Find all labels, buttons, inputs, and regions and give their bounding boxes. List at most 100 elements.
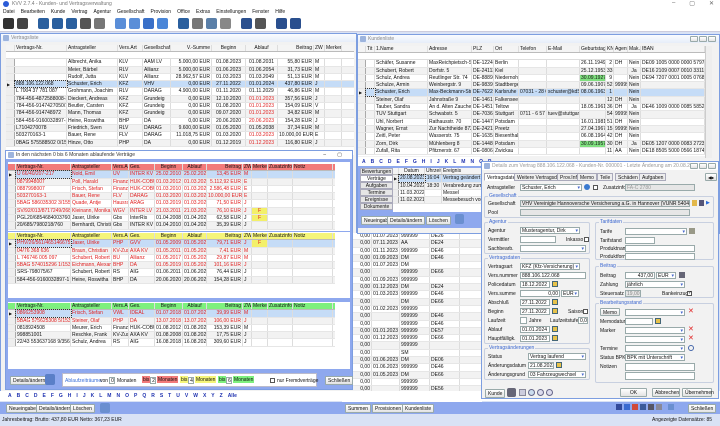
column-header[interactable]: Beitrag	[278, 45, 314, 51]
row-selector[interactable]	[8, 318, 16, 324]
column-header[interactable]: 1.Name	[375, 46, 428, 52]
table-row[interactable]: 0,0001.06.2023999999DE46	[342, 364, 482, 371]
table-row[interactable]: Zeitl, PeterWasserstr. 75DE-16359Biesent…	[358, 133, 705, 140]
grid-icon[interactable]	[17, 18, 28, 29]
column-header[interactable]: Zusatzinfo	[268, 233, 293, 239]
column-header[interactable]: Tit	[366, 46, 375, 52]
table-row[interactable]: 998851001Reschke, FrankKV-Zus.AXA KV01.0…	[8, 332, 335, 339]
column-header[interactable]: Zusatzinfo	[268, 303, 293, 309]
table-row[interactable]: 0,0001.09.2023999999	[342, 277, 482, 284]
letter-filter-i[interactable]: I	[430, 159, 431, 165]
clock-icon[interactable]	[688, 345, 694, 351]
row-selector[interactable]	[6, 81, 15, 87]
table-row[interactable]: Meier, BärbelRLVAllianz5.000,00 EUR01.06…	[6, 67, 354, 74]
table-row[interactable]: 0,0001.07.2023999999DE26	[342, 233, 482, 240]
column-header[interactable]	[6, 45, 15, 51]
letter-filter-d[interactable]: D	[34, 393, 38, 399]
table-row[interactable]: 0879948007Poll, HaraldFinanzHUK-COBU01.0…	[8, 179, 335, 186]
column-header[interactable]: Agent	[614, 46, 628, 52]
expiring-edit-button[interactable]: Details/ändern	[10, 376, 48, 385]
appointments-select[interactable]	[625, 345, 685, 352]
row-selector[interactable]	[6, 96, 15, 102]
table-row[interactable]: SRS-798075/67Schubert, RobertRSAIG01.06.…	[8, 269, 335, 276]
help-icon[interactable]	[241, 18, 252, 29]
edit-icon[interactable]	[632, 404, 638, 410]
letter-filter-h[interactable]: H	[68, 393, 72, 399]
info-icon[interactable]	[255, 18, 266, 29]
table-row[interactable]: 5BAG 575625308 5/153Steiner, OlafPHPDA13…	[8, 318, 335, 325]
letter-filter-e[interactable]: E	[397, 159, 400, 165]
row-selector[interactable]	[8, 277, 16, 283]
table-row[interactable]: Zorn, DirkMühlenberg 8DE-14480Potsdam30.…	[358, 141, 705, 148]
change-reason-select[interactable]: 03 Fahrzeugwechsel	[528, 371, 586, 378]
calendar-icon[interactable]	[552, 335, 558, 341]
column-header[interactable]	[358, 46, 366, 52]
table-row[interactable]: 11.02.2021Messebesuch vorbe	[393, 197, 482, 204]
tab-aufgaben[interactable]: Aufgaben	[360, 182, 393, 189]
table-row[interactable]: 0,0001.09.2023DMDE46	[342, 255, 482, 262]
agency-icon[interactable]	[178, 18, 189, 29]
memo-button[interactable]: Memo	[600, 308, 620, 316]
close-button[interactable]: ✕	[709, 0, 714, 7]
column-header[interactable]: Beginn	[155, 164, 183, 170]
refresh-icon[interactable]	[546, 389, 553, 396]
column-header[interactable]: Beginn	[155, 303, 183, 309]
columns-icon[interactable]	[648, 404, 654, 410]
menu-item-agentur[interactable]: Agentur	[93, 9, 111, 15]
tab-memo[interactable]: Memo	[577, 173, 597, 181]
calendar-icon[interactable]	[552, 281, 558, 287]
broker-input[interactable]	[520, 236, 556, 243]
column-header[interactable]: Geburtstag	[580, 46, 606, 52]
expiring-close-button[interactable]: Schließen	[325, 376, 353, 385]
column-header[interactable]: Ablauf	[183, 164, 207, 170]
contract-icon[interactable]	[115, 18, 126, 29]
column-header[interactable]: Telefon	[519, 46, 547, 52]
currency-select[interactable]: EUR	[561, 290, 579, 297]
tariff-status-input[interactable]	[625, 237, 655, 244]
policy-number-input[interactable]: 888.106.122.068	[520, 272, 586, 279]
table-row[interactable]: 10.04.202218:30Verabredung zum E	[393, 183, 482, 190]
maximize-button[interactable]: ▢	[337, 151, 342, 159]
maximize-button[interactable]: ▢	[689, 0, 695, 7]
letter-filter-c[interactable]: C	[25, 393, 29, 399]
column-header[interactable]: ZW	[243, 303, 252, 309]
letter-filter-a[interactable]: A	[362, 159, 366, 165]
row-selector[interactable]	[6, 88, 15, 94]
minimize-button[interactable]: –	[323, 151, 326, 159]
calendar-icon[interactable]	[552, 326, 558, 332]
table-row[interactable]: Schäfer, SusanneMaxReichpietsch-Str. 1DE…	[358, 60, 705, 67]
customer-search-icon[interactable]	[52, 18, 63, 29]
letter-filter-h[interactable]: H	[422, 159, 426, 165]
table-row[interactable]: 784-456-4872588008-3Dieckert, AndreasKFZ…	[6, 96, 354, 103]
tab-teile[interactable]: Teile	[597, 173, 613, 181]
memo-select[interactable]	[625, 309, 685, 316]
letter-filter-a[interactable]: A	[8, 393, 12, 399]
tab-ereignisse[interactable]: Ereignisse	[360, 196, 393, 203]
table-row[interactable]: TÜV StuttgartSchwabstr. 5DE-70366Stuttga…	[358, 111, 705, 118]
row-selector[interactable]	[6, 118, 15, 124]
row-selector[interactable]	[358, 119, 366, 125]
letter-filter-o[interactable]: O	[125, 393, 129, 399]
table-row[interactable]: 784-456-9147427050/154Beutler, CarstenKF…	[6, 103, 354, 110]
letter-filter-k[interactable]: K	[445, 159, 449, 165]
table-row[interactable]: 888.106.122.068Schuster, ErichKFZVHV0,00…	[6, 81, 354, 88]
column-header[interactable]: Vers.Art	[118, 45, 143, 51]
letter-filter-q[interactable]: Q	[142, 393, 146, 399]
table-row[interactable]: PGL20/6854684003760Jaser, UlrikeGbsInter…	[8, 215, 335, 222]
letter-filter-t[interactable]: T	[168, 393, 171, 399]
row-selector[interactable]	[6, 67, 15, 73]
table-row[interactable]: Schulz, AndreaReutlinger Str. 74DE-88894…	[358, 75, 705, 82]
only-foreign-checkbox[interactable]	[270, 378, 275, 383]
customer-list-scrollbar[interactable]	[705, 46, 712, 158]
extra-info-input[interactable]: FA-C 2780	[625, 184, 695, 191]
table-row[interactable]: 0,0001.02.2023999999	[342, 306, 482, 313]
tab-schäden[interactable]: Schäden	[615, 173, 641, 181]
notes-input-2[interactable]	[625, 372, 695, 380]
row-selector[interactable]	[8, 171, 16, 177]
table-row[interactable]: 0BAG 575588502 0/153Hinze, OttoPHPDA0,00…	[6, 140, 354, 147]
term-input[interactable]	[520, 317, 527, 324]
expiry-date-input[interactable]: 01.01.2024	[520, 326, 550, 333]
table-row[interactable]: Schubert, RobertDorfstr. 5DE-24113Kiel25…	[358, 68, 705, 75]
export-icon[interactable]	[668, 404, 674, 410]
row-selector[interactable]	[8, 262, 16, 268]
